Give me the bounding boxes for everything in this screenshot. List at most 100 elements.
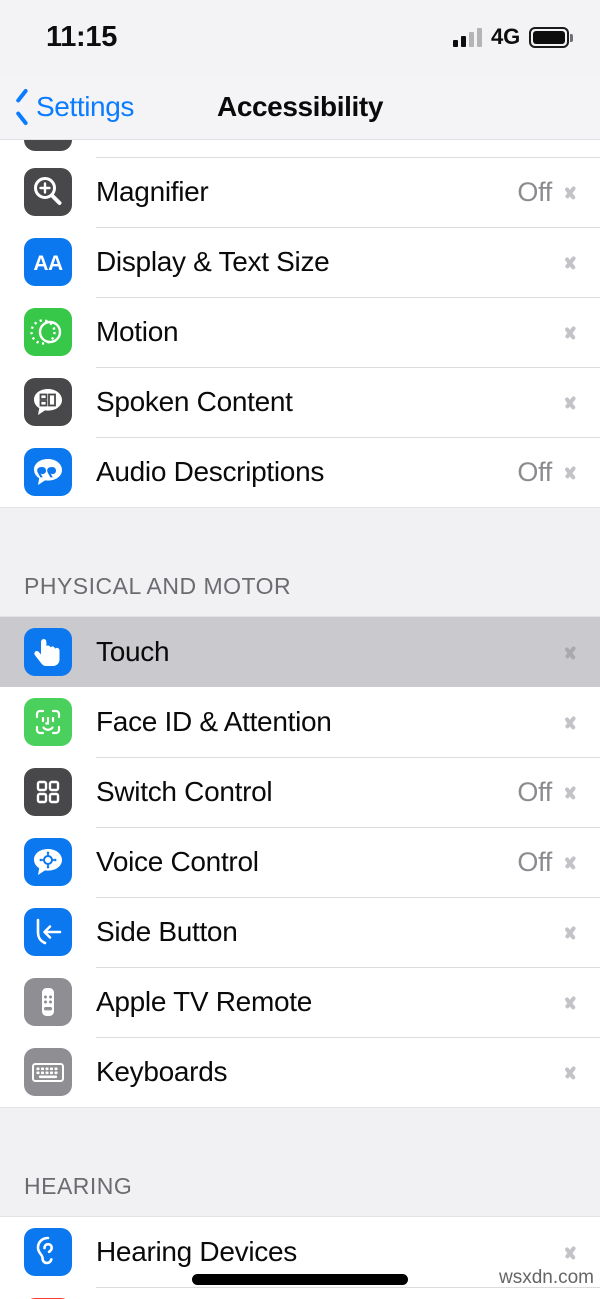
row-accessory: [552, 251, 578, 273]
list-item-label: Side Button: [96, 916, 238, 947]
spoken-content-partial-icon: [24, 140, 72, 151]
row-value: Off: [517, 846, 552, 877]
row-accessory: [552, 1241, 578, 1263]
chevron-right-icon: [566, 321, 578, 343]
row-accessory: [552, 641, 578, 663]
list-item-magnifier[interactable]: Magnifier Off: [0, 157, 600, 227]
row-value: Off: [517, 456, 552, 487]
svg-text:AA: AA: [33, 252, 63, 275]
row-accessory: [552, 391, 578, 413]
watermark: wsxdn.com: [498, 1267, 594, 1288]
list-item-side-button[interactable]: Side Button: [0, 897, 600, 967]
row-separator: [96, 157, 600, 158]
navigation-bar: Settings Accessibility: [0, 74, 600, 140]
row-accessory: Off: [517, 177, 578, 208]
chevron-right-icon: [566, 781, 578, 803]
row-separator: [96, 827, 600, 828]
row-separator: [96, 227, 600, 228]
battery-full-icon: [529, 26, 573, 48]
row-accessory: Off: [517, 457, 578, 488]
keyboard-icon: [24, 1048, 72, 1096]
side-button-icon: [24, 908, 72, 956]
list-item-face-id-attention[interactable]: Face ID & Attention: [0, 687, 600, 757]
row-separator: [96, 967, 600, 968]
page-title: Accessibility: [217, 91, 383, 122]
row-separator: [96, 367, 600, 368]
section-header-hearing: HEARING: [0, 1107, 600, 1217]
row-separator: [96, 297, 600, 298]
row-accessory: Off: [517, 847, 578, 878]
list-group-top: Magnifier Off AA Display & Text Size Mot…: [0, 157, 600, 507]
list-item-display-text-size[interactable]: AA Display & Text Size: [0, 227, 600, 297]
row-accessory: [552, 321, 578, 343]
list-item-label: Magnifier: [96, 176, 209, 207]
list-item-label: Voice Control: [96, 846, 259, 877]
network-type-label: 4G: [491, 24, 520, 49]
list-item-apple-tv-remote[interactable]: Apple TV Remote: [0, 967, 600, 1037]
clipped-row-icon-wrap: [24, 140, 72, 151]
clipped-partial-row[interactable]: [0, 140, 600, 157]
home-indicator[interactable]: [192, 1274, 408, 1285]
touch-hand-icon: [24, 628, 72, 676]
row-value: Off: [517, 176, 552, 207]
row-separator: [96, 897, 600, 898]
chevron-right-icon: [566, 461, 578, 483]
magnifier-icon: [24, 168, 72, 216]
spoken-content-icon: [24, 378, 72, 426]
row-accessory: [552, 711, 578, 733]
row-separator: [96, 1037, 600, 1038]
cellular-bars-icon: [453, 27, 483, 47]
iphone-screen: 11:15 4G Settings Accessibility Magnifie…: [0, 0, 600, 1299]
section-title: HEARING: [24, 1173, 133, 1199]
row-accessory: [552, 921, 578, 943]
list-item-label: Keyboards: [96, 1056, 228, 1087]
list-item-switch-control[interactable]: Switch Control Off: [0, 757, 600, 827]
list-item-touch[interactable]: Touch: [0, 617, 600, 687]
row-accessory: Off: [517, 777, 578, 808]
audio-descriptions-icon: [24, 448, 72, 496]
list-item-label: Switch Control: [96, 776, 273, 807]
list-item-label: Face ID & Attention: [96, 706, 332, 737]
status-bar-time: 11:15: [46, 20, 118, 53]
list-item-label: Hearing Devices: [96, 1236, 297, 1267]
list-item-label: Motion: [96, 316, 179, 347]
apple-tv-remote-icon: [24, 978, 72, 1026]
list-item-keyboards[interactable]: Keyboards: [0, 1037, 600, 1107]
list-item-label: Spoken Content: [96, 386, 293, 417]
row-accessory: [552, 991, 578, 1013]
list-item-label: Touch: [96, 636, 170, 667]
list-item-motion[interactable]: Motion: [0, 297, 600, 367]
list-item-audio-descriptions[interactable]: Audio Descriptions Off: [0, 437, 600, 507]
row-value: Off: [517, 776, 552, 807]
section-title: PHYSICAL AND MOTOR: [24, 573, 292, 599]
chevron-right-icon: [566, 921, 578, 943]
chevron-right-icon: [566, 1061, 578, 1083]
accessibility-settings-list[interactable]: Magnifier Off AA Display & Text Size Mot…: [0, 140, 600, 1299]
status-bar-indicators: 4G: [453, 24, 573, 50]
chevron-right-icon: [566, 851, 578, 873]
list-item-label: Apple TV Remote: [96, 986, 312, 1017]
chevron-right-icon: [566, 251, 578, 273]
list-item-spoken-content[interactable]: Spoken Content: [0, 367, 600, 437]
voice-control-icon: [24, 838, 72, 886]
section-header-physical-and-motor: PHYSICAL AND MOTOR: [0, 507, 600, 617]
list-item-label: Display & Text Size: [96, 246, 330, 277]
status-bar: 11:15 4G: [0, 0, 600, 74]
chevron-right-icon: [566, 1241, 578, 1263]
chevron-right-icon: [566, 181, 578, 203]
row-separator: [96, 757, 600, 758]
chevron-right-icon: [566, 991, 578, 1013]
chevron-right-icon: [566, 711, 578, 733]
switch-control-grid-icon: [24, 768, 72, 816]
list-group-physical-and-motor: Touch Face ID & Attention Switch Control…: [0, 617, 600, 1107]
list-item-voice-control[interactable]: Voice Control Off: [0, 827, 600, 897]
list-item-label: Audio Descriptions: [96, 456, 325, 487]
display-text-size-icon: AA: [24, 238, 72, 286]
motion-icon: [24, 308, 72, 356]
chevron-right-icon: [566, 641, 578, 663]
row-accessory: [552, 1061, 578, 1083]
face-id-icon: [24, 698, 72, 746]
chevron-right-icon: [566, 391, 578, 413]
row-separator: [96, 437, 600, 438]
speech-bubble-icon: [24, 140, 72, 151]
